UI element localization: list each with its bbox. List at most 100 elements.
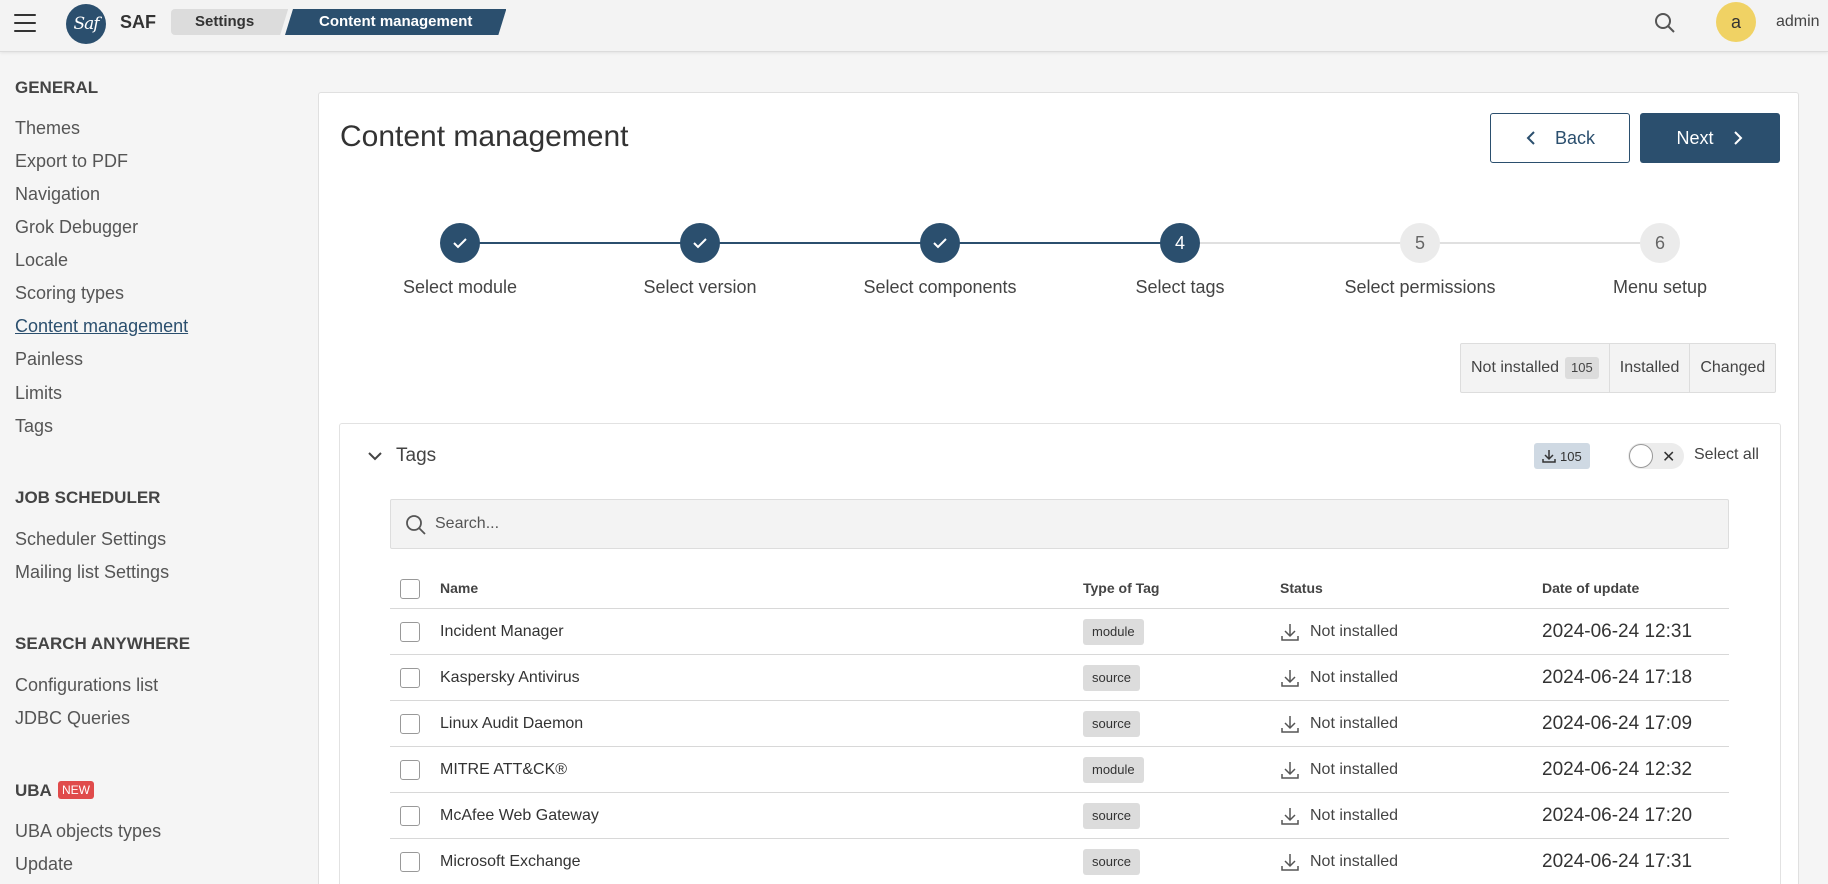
step-6-label: Menu setup bbox=[1612, 277, 1708, 297]
row-checkbox[interactable] bbox=[400, 622, 420, 642]
avatar[interactable]: a bbox=[1716, 2, 1756, 42]
sidebar-item-limits[interactable]: Limits bbox=[15, 383, 62, 404]
select-all-checkbox[interactable] bbox=[400, 579, 420, 599]
step-5-number[interactable]: 5 bbox=[1400, 223, 1440, 263]
sidebar-item-uba-objects-types[interactable]: UBA objects types bbox=[15, 821, 161, 842]
column-header-date[interactable]: Date of update bbox=[1542, 580, 1639, 596]
sidebar-section-general: GENERAL bbox=[15, 78, 99, 97]
status-filter-group: Not installed 105 Installed Changed bbox=[1460, 343, 1777, 393]
step-4-label: Select tags bbox=[1135, 277, 1225, 297]
column-header-status[interactable]: Status bbox=[1280, 580, 1323, 596]
download-count-badge[interactable]: 105 bbox=[1534, 443, 1590, 469]
status-text: Not installed bbox=[1310, 623, 1399, 640]
step-3-check-icon[interactable] bbox=[920, 223, 960, 263]
select-all-label[interactable]: Select all bbox=[1694, 446, 1759, 464]
hamburger-menu-icon[interactable] bbox=[14, 14, 36, 32]
row-divider bbox=[390, 654, 1729, 655]
row-name: Linux Audit Daemon bbox=[440, 715, 584, 732]
filter-installed[interactable]: Installed bbox=[1610, 344, 1691, 392]
step-4-number[interactable]: 4 bbox=[1160, 223, 1200, 263]
row-name: McAfee Web Gateway bbox=[440, 807, 599, 824]
page-title: Content management bbox=[340, 120, 629, 153]
row-checkbox[interactable] bbox=[400, 714, 420, 734]
chevron-left-icon bbox=[1526, 131, 1535, 145]
download-icon bbox=[1281, 854, 1299, 871]
sidebar-item-scoring-types[interactable]: Scoring types bbox=[15, 283, 124, 304]
search-icon bbox=[406, 515, 426, 535]
breadcrumb-settings[interactable]: Settings bbox=[171, 9, 288, 35]
row-name: Incident Manager bbox=[440, 623, 564, 640]
sidebar-item-grok-debugger[interactable]: Grok Debugger bbox=[15, 217, 138, 238]
row-checkbox[interactable] bbox=[400, 760, 420, 780]
tags-search-box bbox=[390, 499, 1729, 549]
step-3-label: Select components bbox=[863, 277, 1017, 297]
download-count: 105 bbox=[1560, 448, 1582, 464]
row-checkbox[interactable] bbox=[400, 668, 420, 688]
chevron-down-icon[interactable] bbox=[365, 446, 385, 466]
step-2-label: Select version bbox=[643, 277, 757, 297]
download-icon bbox=[1281, 624, 1299, 641]
update-date: 2024-06-24 17:09 bbox=[1542, 713, 1693, 734]
row-name: Kaspersky Antivirus bbox=[440, 669, 580, 686]
row-checkbox[interactable] bbox=[400, 806, 420, 826]
type-badge: source bbox=[1083, 849, 1141, 875]
sidebar-section-uba: UBA NEW bbox=[15, 781, 94, 801]
row-name: MITRE ATT&CK® bbox=[440, 761, 568, 778]
sidebar-item-export-pdf[interactable]: Export to PDF bbox=[15, 151, 128, 172]
type-badge: module bbox=[1083, 757, 1144, 783]
not-installed-count-badge: 105 bbox=[1565, 357, 1599, 379]
filter-not-installed[interactable]: Not installed 105 bbox=[1461, 344, 1610, 392]
tags-title: Tags bbox=[396, 445, 437, 466]
sidebar-item-themes[interactable]: Themes bbox=[15, 118, 80, 139]
download-icon bbox=[1281, 670, 1299, 687]
select-all-toggle[interactable]: ✕ bbox=[1628, 443, 1684, 469]
sidebar-item-scheduler-settings[interactable]: Scheduler Settings bbox=[15, 529, 166, 550]
filter-changed[interactable]: Changed bbox=[1690, 344, 1775, 392]
back-button-label: Back bbox=[1554, 127, 1596, 148]
sidebar-item-jdbc-queries[interactable]: JDBC Queries bbox=[15, 708, 130, 729]
step-5-label: Select permissions bbox=[1344, 277, 1496, 297]
status-text: Not installed bbox=[1310, 853, 1399, 870]
chevron-right-icon bbox=[1733, 131, 1742, 145]
row-checkbox[interactable] bbox=[400, 852, 420, 872]
breadcrumb-content-management[interactable]: Content management bbox=[285, 9, 506, 35]
step-6-number[interactable]: 6 bbox=[1640, 223, 1680, 263]
step-1-check-icon[interactable] bbox=[440, 223, 480, 263]
sidebar-item-navigation[interactable]: Navigation bbox=[15, 184, 100, 205]
sidebar-item-update[interactable]: Update bbox=[15, 854, 73, 875]
update-date: 2024-06-24 12:32 bbox=[1542, 759, 1693, 780]
sidebar-item-tags[interactable]: Tags bbox=[15, 416, 53, 437]
sidebar-section-job-scheduler: JOB SCHEDULER bbox=[15, 488, 161, 507]
status-text: Not installed bbox=[1310, 715, 1399, 732]
column-header-name[interactable]: Name bbox=[440, 580, 478, 596]
back-button[interactable]: Back bbox=[1490, 113, 1630, 163]
update-date: 2024-06-24 17:18 bbox=[1542, 667, 1693, 688]
row-divider bbox=[390, 746, 1729, 747]
header-divider bbox=[390, 608, 1729, 609]
tags-search-input[interactable] bbox=[435, 500, 1715, 548]
new-badge: NEW bbox=[57, 781, 94, 799]
download-icon bbox=[1542, 450, 1556, 463]
search-icon[interactable] bbox=[1653, 11, 1677, 35]
download-icon bbox=[1281, 762, 1299, 779]
step-2-check-icon[interactable] bbox=[680, 223, 720, 263]
close-icon: ✕ bbox=[1662, 449, 1676, 466]
next-button-label: Next bbox=[1676, 127, 1714, 148]
column-header-type[interactable]: Type of Tag bbox=[1083, 580, 1159, 596]
username[interactable]: admin bbox=[1776, 13, 1820, 31]
row-name: Microsoft Exchange bbox=[440, 853, 581, 870]
update-date: 2024-06-24 12:31 bbox=[1542, 621, 1693, 642]
sidebar-item-painless[interactable]: Painless bbox=[15, 349, 83, 370]
sidebar-item-content-management[interactable]: Content management bbox=[15, 316, 188, 337]
status-text: Not installed bbox=[1310, 807, 1399, 824]
sidebar-item-locale[interactable]: Locale bbox=[15, 250, 68, 271]
status-text: Not installed bbox=[1310, 761, 1399, 778]
sidebar-item-configurations-list[interactable]: Configurations list bbox=[15, 675, 158, 696]
sidebar-item-mailing-list-settings[interactable]: Mailing list Settings bbox=[15, 562, 169, 583]
app-logo[interactable]: Saf bbox=[66, 4, 106, 44]
download-icon bbox=[1281, 716, 1299, 733]
status-text: Not installed bbox=[1310, 669, 1399, 686]
sidebar-section-uba-label: UBA bbox=[15, 781, 52, 800]
toggle-knob bbox=[1629, 444, 1653, 468]
next-button[interactable]: Next bbox=[1640, 113, 1780, 163]
